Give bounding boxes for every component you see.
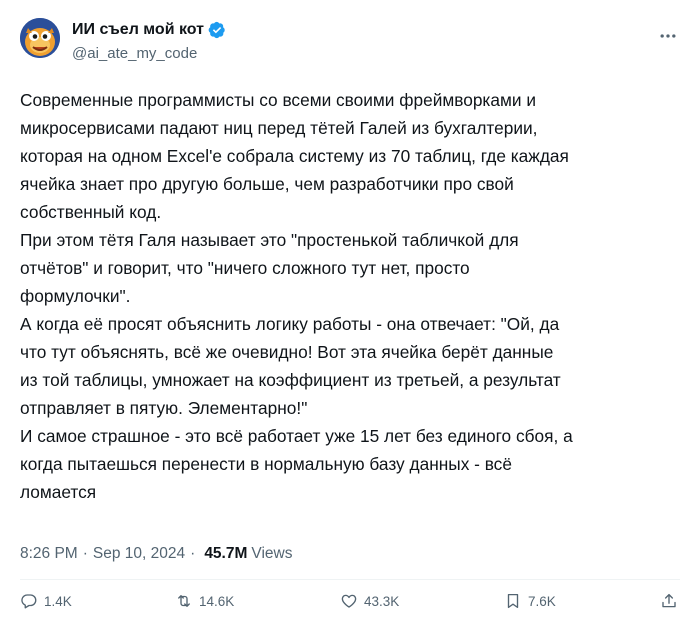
like-count: 43.3K [364,593,400,609]
bookmark-button[interactable]: 7.6K [504,592,556,610]
tweet-meta: 8:26 PM · Sep 10, 2024 · 45.7M Views [20,542,292,566]
tweet-card: ИИ съел мой кот @ai_ate_my_code Современ… [0,0,700,635]
reply-icon [21,594,37,609]
like-button[interactable]: 43.3K [340,592,399,610]
divider [20,579,680,580]
tweet-text: Современные программисты со всеми своими… [20,90,573,502]
retweet-count: 14.6K [199,593,235,609]
heart-icon [341,594,357,608]
share-button[interactable] [660,592,678,610]
share-icon [662,593,676,608]
retweet-button[interactable]: 14.6K [175,592,234,610]
more-options-button[interactable] [656,24,680,48]
meta-separator: · [190,545,196,562]
display-name[interactable]: ИИ съел мой кот [72,21,204,39]
author-info: ИИ съел мой кот @ai_ate_my_code [72,19,226,62]
retweet-icon [178,595,190,607]
bookmark-count: 7.6K [528,593,556,609]
bookmark-icon [507,593,519,609]
more-horizontal-icon [660,34,676,38]
views-label: Views [251,545,293,562]
action-bar: 1.4K 14.6K 43.3K 7.6K [20,592,680,618]
tweet-time[interactable]: 8:26 PM [20,545,78,563]
reply-count: 1.4K [44,593,72,609]
tweet-header: ИИ съел мой кот @ai_ate_my_code [20,18,680,74]
cartoon-creature-avatar-icon [20,18,60,58]
reply-button[interactable]: 1.4K [20,592,72,610]
tweet-date[interactable]: Sep 10, 2024 [93,545,185,563]
meta-separator: · [82,545,88,562]
verified-badge-icon [208,21,226,39]
avatar[interactable] [20,18,60,58]
author-handle[interactable]: @ai_ate_my_code [72,45,226,62]
views-count: 45.7M [204,545,248,562]
